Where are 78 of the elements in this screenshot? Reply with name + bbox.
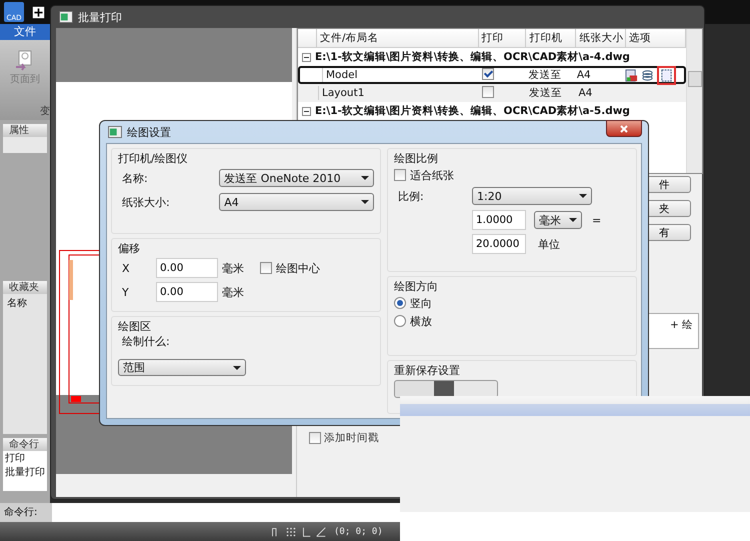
ortho-icon[interactable]: [300, 526, 312, 538]
window-title: 批量打印: [78, 10, 122, 24]
command-label: 命令行:: [0, 503, 52, 522]
panel-header: 命令行: [3, 438, 47, 451]
timestamp-checkbox[interactable]: [309, 432, 321, 444]
window-icon: [59, 11, 73, 23]
layout-row[interactable]: Model 发送至 A4: [298, 66, 686, 84]
unit-label: 毫米: [222, 260, 244, 276]
grid-icon[interactable]: [285, 526, 297, 538]
coordinates: (0; 0; 0): [334, 526, 383, 536]
column-header[interactable]: 打印: [478, 29, 526, 47]
equals-sign: =: [592, 214, 602, 226]
new-tab-icon[interactable]: [32, 6, 45, 18]
panel-header: 收藏夹: [3, 281, 47, 294]
collapse-icon[interactable]: [302, 52, 311, 62]
paper-cell-text: A4: [576, 69, 592, 81]
page-setup-button[interactable]: [657, 66, 676, 84]
ribbon-group-label: 变: [40, 104, 50, 118]
panel-item[interactable]: 打印: [3, 451, 47, 465]
scale-select[interactable]: 1:20: [472, 187, 592, 205]
center-checkbox[interactable]: [260, 262, 272, 274]
resave-button[interactable]: [394, 380, 498, 398]
checkbox-label: 适合纸张: [410, 168, 454, 182]
column-header[interactable]: 纸张大小: [576, 29, 626, 47]
file-tab[interactable]: 文件: [0, 24, 50, 40]
group-title: 绘图区: [118, 319, 152, 334]
paper-units-field[interactable]: 1.0000: [472, 210, 526, 230]
printer-settings-icon[interactable]: [625, 68, 638, 82]
collapse-icon[interactable]: [302, 106, 311, 116]
printer-cell-text: 发送至: [528, 68, 563, 82]
close-button[interactable]: [606, 120, 642, 137]
close-icon: [619, 124, 629, 134]
paper-select[interactable]: A4: [219, 193, 374, 211]
radio-label: 横放: [410, 314, 432, 328]
paper-cell-text: A4: [577, 87, 594, 99]
checkbox-label: 绘图中心: [276, 260, 320, 276]
dialog-icon: [108, 126, 122, 138]
file-path[interactable]: E:\1-软文编辑\图片资料\转换、编辑、OCR\CAD素材\a-4.dwg: [315, 50, 630, 64]
field-label: X: [121, 262, 131, 274]
panel-item[interactable]: 批量打印: [3, 465, 47, 479]
timestamp-label: 添加时间戳: [324, 431, 379, 445]
unit-select[interactable]: 毫米: [534, 211, 582, 229]
printer-select[interactable]: 发送至 OneNote 2010: [219, 169, 374, 187]
y-offset-field[interactable]: 0.00: [156, 282, 218, 302]
unit-label: 单位: [538, 236, 560, 252]
column-header[interactable]: 文件/布局名: [317, 29, 479, 47]
printer-cell-text: 发送至: [528, 86, 564, 100]
group-title: 重新保存设置: [394, 363, 461, 378]
group-title: 绘图比例: [394, 151, 439, 166]
unit-label: 毫米: [222, 284, 244, 300]
radio-label: 竖向: [410, 296, 432, 310]
group-title: 绘图方向: [394, 279, 439, 294]
column-header[interactable]: 打印机: [526, 29, 576, 47]
field-label: Y: [121, 286, 130, 298]
print-checkbox[interactable]: [482, 86, 494, 98]
field-label: 纸张大小:: [121, 194, 171, 210]
orientation-radio[interactable]: [394, 315, 406, 327]
file-path[interactable]: E:\1-软文编辑\图片资料\转换、编辑、OCR\CAD素材\a-5.dwg: [315, 104, 630, 118]
group-title: 打印机/绘图仪: [118, 151, 189, 166]
layout-row[interactable]: Layout1 发送至 A4: [298, 84, 686, 102]
layers-icon[interactable]: [641, 68, 654, 82]
drawing-units-field[interactable]: 20.0000: [472, 234, 526, 254]
field-label: 比例:: [397, 188, 425, 204]
layout-name: Model: [325, 69, 359, 81]
orientation-radio[interactable]: [394, 297, 406, 309]
dialog-title: 绘图设置: [127, 124, 171, 140]
fit-paper-checkbox[interactable]: [394, 169, 406, 181]
group-title: 偏移: [118, 241, 141, 256]
x-offset-field[interactable]: 0.00: [156, 258, 218, 278]
scrollbar[interactable]: [686, 29, 702, 173]
plot-area-select[interactable]: 范围: [118, 359, 246, 376]
field-label: 名称:: [121, 170, 149, 186]
panel-item[interactable]: 名称: [3, 294, 47, 312]
polar-icon[interactable]: [315, 526, 327, 538]
print-checkbox[interactable]: [482, 68, 494, 80]
field-label: 绘制什么:: [121, 334, 171, 349]
layout-name: Layout1: [321, 87, 366, 99]
panel-header: 属性: [3, 124, 47, 137]
